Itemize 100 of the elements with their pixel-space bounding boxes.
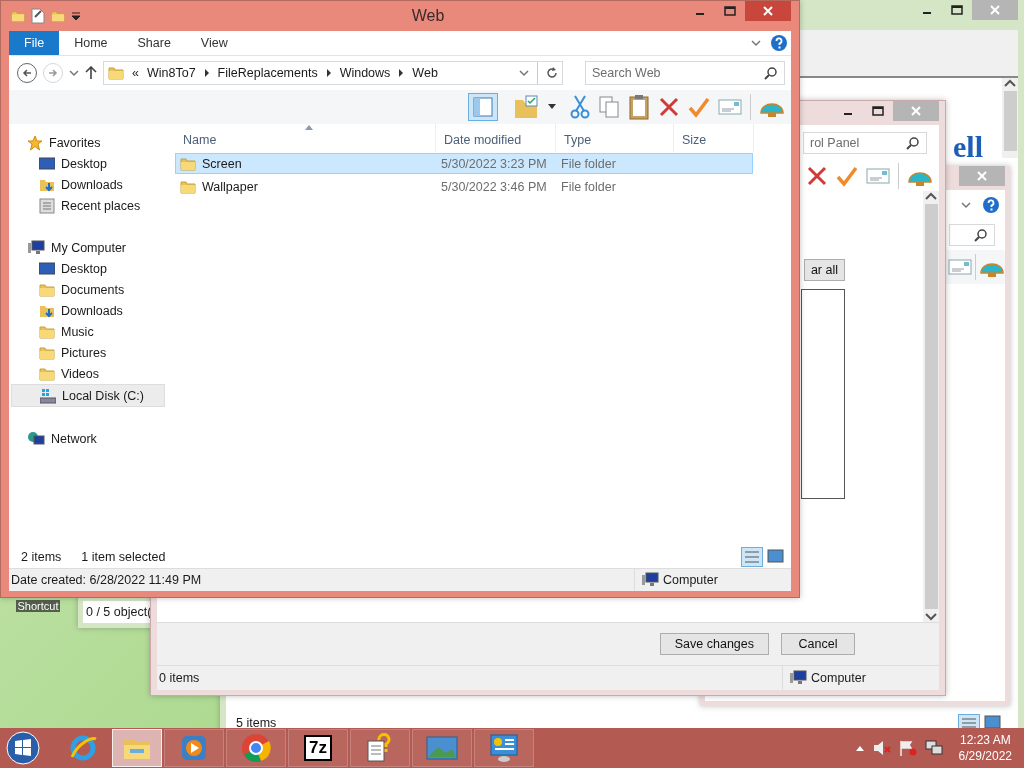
date-cell-text: 5/30/2022 3:46 PM [440,179,548,194]
up-arrow-icon[interactable] [85,66,97,80]
refresh-icon[interactable] [546,67,558,79]
scissors-icon[interactable] [570,95,590,119]
nav-item[interactable]: Recent places [11,195,169,216]
column-header[interactable]: Size [674,124,754,152]
computer-icon [789,670,807,686]
address-dropdown-icon[interactable] [519,69,529,77]
cancel-button[interactable]: Cancel [781,633,855,655]
up-arrow-icon[interactable] [854,744,865,752]
scrollbar[interactable] [1002,78,1018,158]
network-icon [27,430,45,447]
monitor-icon [39,260,55,277]
clock-date[interactable]: 6/29/2022 [958,748,1012,764]
breadcrumb-item[interactable]: Windows [339,66,391,80]
search-field[interactable] [949,224,995,246]
nav-item[interactable]: Desktop [11,153,169,174]
circle-logo-icon[interactable] [241,733,271,763]
nav-item[interactable]: My Computer [11,237,169,258]
music-folder-icon [39,323,55,340]
ribbon-tab[interactable]: Home [59,31,123,55]
search-icon[interactable] [974,228,988,242]
chevron-icon[interactable] [398,69,405,77]
help-icon[interactable] [983,197,999,213]
column-header[interactable]: Name [175,124,436,152]
computer-icon [27,239,45,256]
left-arrow-icon[interactable] [22,68,32,78]
drive-icon [40,387,56,404]
ribbon-tab[interactable]: File [9,31,60,55]
file-row[interactable]: Wallpaper 5/30/2022 3:46 PM File folder [175,176,753,197]
scrollbar[interactable] [923,191,939,622]
taskbar-button[interactable] [474,729,534,767]
breadcrumb-item[interactable]: Win8To7 [146,66,196,80]
ribbon-tab[interactable]: View [185,31,243,55]
scroll-down-icon[interactable] [925,612,937,622]
search-field[interactable]: rol Panel [803,132,927,154]
nav-item[interactable]: Music [11,321,169,342]
taskbar-button[interactable] [350,729,410,767]
start-button[interactable] [6,731,40,765]
delete-icon[interactable] [658,96,680,118]
monitor-icon [39,155,55,172]
nav-item[interactable]: Network [11,428,169,449]
ribbon-tab[interactable]: Share [122,31,186,55]
delete-icon[interactable] [806,165,828,187]
scroll-up-icon[interactable] [1004,78,1016,88]
e-logo-icon[interactable] [68,733,98,763]
play-icon[interactable] [181,735,207,761]
expand-ribbon-icon[interactable] [751,39,761,47]
desktop-icon-label[interactable]: Shortcut [15,600,61,612]
chevron-icon[interactable] [325,69,332,77]
videos-folder-icon [39,365,55,382]
control-panel-icon[interactable] [489,733,519,763]
clock-time[interactable]: 12:23 AM [959,732,1011,748]
clear-all-button[interactable]: ar all [803,259,845,281]
search-icon[interactable] [764,66,778,80]
app-logo: 7z [304,735,332,761]
help-icon[interactable] [771,35,787,51]
network-icon[interactable] [924,740,943,756]
close-icon[interactable] [762,5,774,17]
flag-icon[interactable] [898,740,917,756]
taskbar-button[interactable] [226,729,286,767]
preview-pane-icon[interactable] [468,93,498,121]
column-header[interactable]: Date modified [436,124,556,152]
search-field[interactable]: Search Web [585,61,785,85]
thumbnail-view-icon[interactable] [984,714,1002,730]
recent-locations-icon[interactable] [69,69,79,77]
chevron-icon[interactable] [203,69,210,77]
nav-item[interactable]: Favorites [11,132,169,153]
checkmark-icon[interactable] [836,165,858,187]
search-icon[interactable] [906,136,920,150]
list-box[interactable] [801,289,845,499]
nav-item[interactable]: Downloads [11,300,169,321]
breadcrumb-item[interactable]: FileReplacements [217,66,318,80]
item-count: 2 items [21,550,62,564]
dropdown-icon[interactable] [71,11,81,21]
overflow-crumb[interactable]: « [132,66,139,80]
nav-item[interactable]: Desktop [11,258,169,279]
nav-item[interactable]: Documents [11,279,169,300]
maximize-icon[interactable] [724,6,736,16]
thumbnail-view-icon[interactable] [767,547,785,565]
checkmark-icon[interactable] [688,96,710,118]
taskbar-button[interactable]: 7z [288,729,348,767]
close-button[interactable] [745,1,791,21]
address-bar[interactable]: « Win8To7 FileReplacements Windows Web [103,61,563,85]
column-header[interactable]: Type [556,124,674,152]
scroll-up-icon[interactable] [925,191,937,201]
file-row[interactable]: Screen 5/30/2022 3:23 PM File folder [175,153,753,174]
dropdown-icon[interactable] [548,104,556,110]
speaker-icon[interactable] [872,740,891,756]
properties-icon[interactable] [31,8,45,24]
breadcrumb-item[interactable]: Web [412,66,438,80]
clipboard-icon[interactable] [628,94,650,120]
folder-options-icon[interactable] [514,95,540,119]
maximize-icon[interactable] [872,106,884,116]
nav-item[interactable]: Pictures [11,342,169,363]
save-button[interactable]: Save changes [659,633,769,655]
nav-item[interactable]: Downloads [11,174,169,195]
nav-item[interactable]: Videos [11,363,169,384]
nav-item[interactable]: Local Disk (C:) [11,384,165,407]
maximize-icon[interactable] [951,5,963,15]
